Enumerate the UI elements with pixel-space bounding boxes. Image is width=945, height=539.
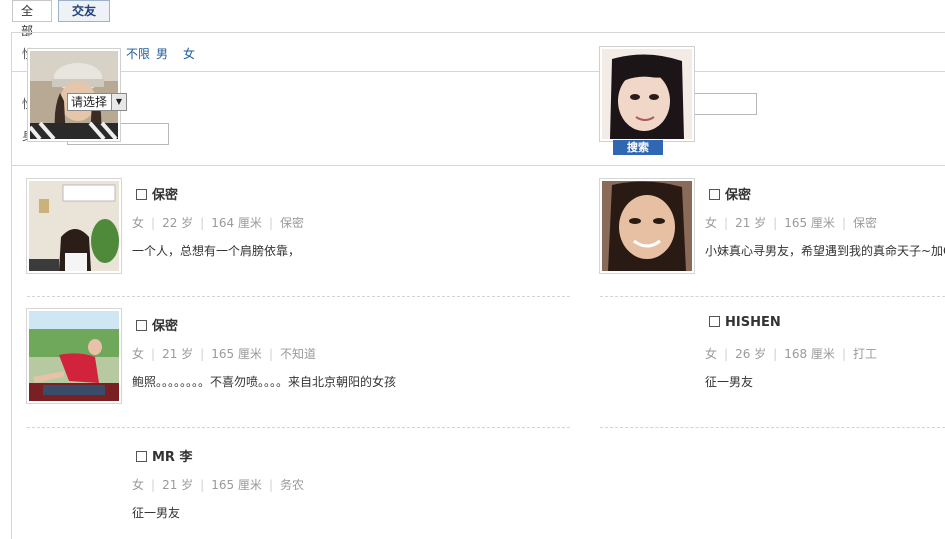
outdoor-photo-icon <box>29 311 119 401</box>
gender-text: 女 <box>705 216 718 230</box>
profile-description: 小妹真心寻男友，希望遇到我的真命天子~加QQ <box>705 244 945 258</box>
profile-name-text: 保密 <box>152 188 179 203</box>
gender-text: 女 <box>132 347 145 361</box>
hover-photo-preview-2 <box>599 46 695 142</box>
height-text: 165 厘米 <box>211 347 262 361</box>
profile-photo[interactable] <box>26 178 122 274</box>
divider <box>11 165 945 166</box>
select-checkbox[interactable] <box>136 189 147 200</box>
profile-description: 征一男友 <box>132 506 181 520</box>
height-text: 164 厘米 <box>211 216 262 230</box>
row-divider <box>27 427 570 428</box>
height-text: 165 厘米 <box>211 478 262 492</box>
room-photo-icon <box>29 181 119 271</box>
row-divider <box>27 296 570 297</box>
gender-option-any[interactable]: 不限 <box>126 45 150 62</box>
gender-option-male[interactable]: 男 <box>156 45 168 62</box>
gender-text: 女 <box>705 347 718 361</box>
profile-meta: 女 | 26 岁 | 168 厘米 | 打工 <box>705 347 877 361</box>
tab-friends[interactable]: 交友 <box>58 0 110 22</box>
job-text: 打工 <box>852 347 877 361</box>
profile-name[interactable]: 保密 <box>136 184 178 203</box>
job-text: 保密 <box>852 216 877 230</box>
height-text: 165 厘米 <box>784 216 835 230</box>
age-text: 22 岁 <box>162 216 194 230</box>
profile-name-text: 保密 <box>152 319 179 334</box>
profile-photo[interactable] <box>599 178 695 274</box>
divider <box>11 71 945 72</box>
smiling-girl-photo-icon <box>602 49 692 139</box>
age-input[interactable] <box>694 93 757 115</box>
age-text: 26 岁 <box>735 347 767 361</box>
tab-all[interactable]: 全部 <box>12 0 52 38</box>
profile-meta: 女 | 21 岁 | 165 厘米 | 保密 <box>705 216 877 230</box>
search-button[interactable]: 搜索 <box>613 140 663 155</box>
job-text: 务农 <box>279 478 304 492</box>
gender-text: 女 <box>132 478 145 492</box>
select-checkbox[interactable] <box>136 451 147 462</box>
portrait-photo-icon <box>602 181 692 271</box>
select-checkbox[interactable] <box>709 189 720 200</box>
profile-name[interactable]: MR 李 <box>136 446 192 465</box>
profile-name-text: HISHEN <box>725 315 781 330</box>
profile-name[interactable]: 保密 <box>709 184 751 203</box>
job-text: 保密 <box>279 216 304 230</box>
profile-name[interactable]: HISHEN <box>709 315 781 330</box>
profile-name-text: MR 李 <box>152 450 193 465</box>
job-text: 不知道 <box>279 347 316 361</box>
profile-photo[interactable] <box>26 308 122 404</box>
gender-option-female[interactable]: 女 <box>183 45 195 62</box>
chevron-down-icon: ▼ <box>111 94 126 110</box>
select-checkbox[interactable] <box>136 320 147 331</box>
select-checkbox[interactable] <box>709 316 720 327</box>
height-text: 168 厘米 <box>784 347 835 361</box>
profile-description: 鲍照。。。。。。。。不喜勿喷。。。。来自北京朝阳的女孩 <box>132 375 397 389</box>
profile-meta: 女 | 22 岁 | 164 厘米 | 保密 <box>132 216 304 230</box>
gender-text: 女 <box>132 216 145 230</box>
row-divider <box>600 296 945 297</box>
profile-meta: 女 | 21 岁 | 165 厘米 | 务农 <box>132 478 304 492</box>
row-divider <box>600 427 945 428</box>
age-text: 21 岁 <box>735 216 767 230</box>
profile-description: 征一男友 <box>705 375 754 389</box>
age-text: 21 岁 <box>162 347 194 361</box>
age-text: 21 岁 <box>162 478 194 492</box>
select-value: 请选择 <box>71 95 108 109</box>
profile-name[interactable]: 保密 <box>136 315 178 334</box>
select-dropdown[interactable]: 请选择 ▼ <box>67 93 127 111</box>
profile-meta: 女 | 21 岁 | 165 厘米 | 不知道 <box>132 347 316 361</box>
profile-name-text: 保密 <box>725 188 752 203</box>
profile-description: 一个人，总想有一个肩膀依靠， <box>132 244 301 258</box>
